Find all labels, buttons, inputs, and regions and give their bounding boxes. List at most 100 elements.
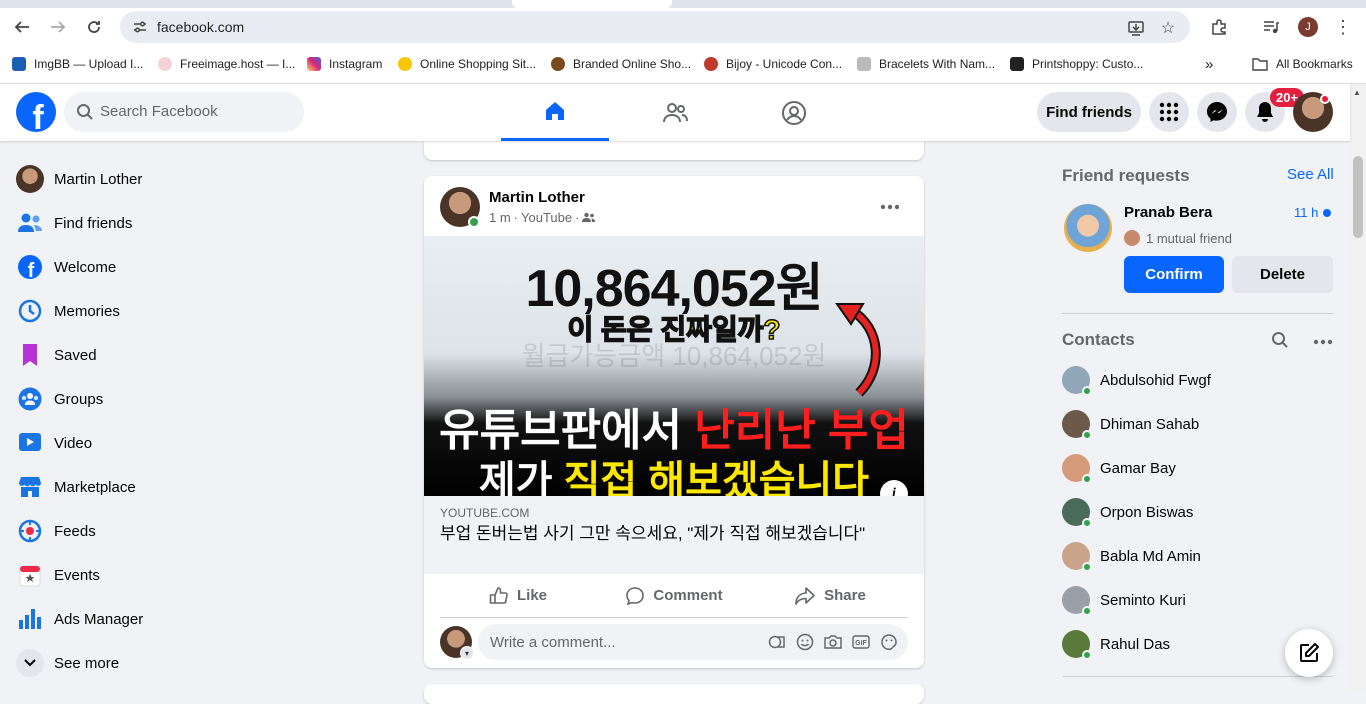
avatar-sticker-icon[interactable] bbox=[768, 633, 786, 651]
delete-button[interactable]: Delete bbox=[1232, 256, 1333, 293]
comment-input[interactable]: Write a comment... GIF bbox=[478, 624, 908, 660]
share-button[interactable]: Share bbox=[752, 574, 908, 617]
search-facebook-input[interactable]: Search Facebook bbox=[64, 92, 304, 132]
sidebar-item-find-friends[interactable]: Find friends bbox=[8, 201, 348, 245]
bookmark-label: Instagram bbox=[329, 57, 383, 71]
media-control-icon[interactable] bbox=[1256, 12, 1286, 42]
friend-request-time: 11 h bbox=[1294, 205, 1319, 220]
install-app-icon[interactable] bbox=[1125, 17, 1147, 39]
sidebar-item-see-more[interactable]: See more bbox=[8, 641, 348, 685]
mutual-friends[interactable]: 1 mutual friend bbox=[1124, 230, 1232, 246]
bookmark-item[interactable]: ImgBB — Upload I... bbox=[12, 55, 143, 73]
bookmark-item[interactable]: Instagram bbox=[307, 55, 382, 73]
sticker-icon[interactable] bbox=[880, 633, 898, 651]
sidebar-item-label: Ads Manager bbox=[54, 610, 144, 628]
like-button[interactable]: Like bbox=[440, 574, 596, 617]
friend-request-avatar[interactable] bbox=[1064, 204, 1112, 252]
contacts-options-icon[interactable] bbox=[1313, 332, 1333, 350]
page-scrollbar[interactable]: ▲ bbox=[1350, 84, 1366, 692]
link-preview[interactable]: YOUTUBE.COM 부업 돈버는법 사기 그만 속으세요, "제가 직접 해… bbox=[424, 496, 924, 574]
bookmark-label: Branded Online Sho... bbox=[573, 57, 692, 71]
sidebar-item-ads-manager[interactable]: Ads Manager bbox=[8, 597, 348, 641]
video-thumbnail[interactable]: 월급가능금액 10,864,052원 10,864,052원 이 돈은 진짜일까… bbox=[424, 236, 924, 496]
sidebar-item-feeds[interactable]: Feeds bbox=[8, 509, 348, 553]
bookmark-item[interactable]: Freeimage.host — I... bbox=[158, 55, 295, 73]
forward-icon[interactable] bbox=[43, 12, 73, 42]
contact-avatar bbox=[1062, 586, 1092, 616]
contacts-search-icon[interactable] bbox=[1271, 331, 1289, 354]
sidebar-item-label: Video bbox=[54, 434, 93, 452]
friends-audience-icon[interactable] bbox=[582, 212, 596, 223]
tab-friends[interactable] bbox=[621, 84, 729, 141]
active-tab[interactable] bbox=[512, 0, 672, 8]
bookmark-label: Printshoppy: Custo... bbox=[1032, 57, 1144, 71]
right-divider bbox=[1062, 676, 1333, 677]
bookmark-item[interactable]: Online Shopping Sit... bbox=[398, 55, 536, 73]
tab-groups[interactable] bbox=[740, 84, 848, 141]
menu-kebab-icon[interactable]: ⋮ bbox=[1328, 12, 1358, 42]
contact-item[interactable]: Orpon Biswas bbox=[1060, 490, 1340, 534]
scrollbar-thumb[interactable] bbox=[1353, 156, 1363, 238]
post-time[interactable]: 1 m bbox=[489, 210, 511, 225]
bookmark-item[interactable]: Printshoppy: Custo... bbox=[1010, 55, 1143, 73]
url-text[interactable]: facebook.com bbox=[157, 19, 244, 35]
thumbnail-headline2-white: 제가 bbox=[478, 459, 564, 496]
messenger-icon bbox=[1207, 102, 1227, 122]
site-settings-icon[interactable] bbox=[132, 19, 148, 35]
grid-menu-icon bbox=[1159, 102, 1179, 122]
browser-profile-avatar[interactable]: J bbox=[1298, 17, 1318, 37]
camera-icon[interactable] bbox=[824, 633, 842, 651]
reload-icon[interactable] bbox=[79, 12, 109, 42]
contact-item[interactable]: Abdulsohid Fwgf bbox=[1060, 358, 1340, 402]
sidebar-item-video[interactable]: Video bbox=[8, 421, 348, 465]
contact-item[interactable]: Seminto Kuri bbox=[1060, 578, 1340, 622]
extensions-icon[interactable] bbox=[1204, 12, 1234, 42]
bookmark-item[interactable]: Branded Online Sho... bbox=[551, 55, 691, 73]
sidebar-item-welcome[interactable]: f Welcome bbox=[8, 245, 348, 289]
new-message-button[interactable] bbox=[1285, 629, 1333, 677]
sidebar-item-profile[interactable]: Martin Lother bbox=[8, 157, 348, 201]
chevron-down-icon[interactable]: ▾ bbox=[460, 646, 474, 660]
contact-avatar bbox=[1062, 498, 1092, 528]
back-icon[interactable] bbox=[7, 12, 37, 42]
scroll-up-arrow-icon[interactable]: ▲ bbox=[1353, 88, 1361, 97]
feeds-icon bbox=[16, 517, 44, 545]
gif-icon[interactable]: GIF bbox=[852, 633, 870, 651]
address-bar[interactable]: facebook.com ☆ bbox=[120, 11, 1190, 43]
bookmark-item[interactable]: Bijoy - Unicode Con... bbox=[704, 55, 842, 73]
contact-item[interactable]: Gamar Bay bbox=[1060, 446, 1340, 490]
sidebar-item-marketplace[interactable]: Marketplace bbox=[8, 465, 348, 509]
sidebar-item-memories[interactable]: Memories bbox=[8, 289, 348, 333]
sidebar-item-saved[interactable]: Saved bbox=[8, 333, 348, 377]
online-status-dot bbox=[1082, 562, 1092, 572]
comment-button[interactable]: Comment bbox=[596, 574, 752, 617]
bookmark-label: Bijoy - Unicode Con... bbox=[726, 57, 843, 71]
star-icon[interactable]: ☆ bbox=[1157, 17, 1179, 39]
post-options-button[interactable] bbox=[874, 191, 906, 223]
contact-name: Babla Md Amin bbox=[1100, 547, 1201, 565]
sidebar-item-events[interactable]: Events bbox=[8, 553, 348, 597]
post-author-name[interactable]: Martin Lother bbox=[489, 189, 585, 206]
contact-item[interactable]: Babla Md Amin bbox=[1060, 534, 1340, 578]
facebook-logo-icon[interactable]: f bbox=[16, 92, 56, 132]
messenger-button[interactable] bbox=[1197, 92, 1237, 132]
all-bookmarks-button[interactable]: All Bookmarks bbox=[1252, 55, 1353, 73]
menu-grid-button[interactable] bbox=[1149, 92, 1189, 132]
feed-post: Martin Lother 1 m · YouTube · 월급가능금액 10,… bbox=[424, 176, 924, 668]
emoji-icon[interactable] bbox=[796, 633, 814, 651]
confirm-button[interactable]: Confirm bbox=[1124, 256, 1224, 293]
bookmarks-overflow-icon[interactable]: » bbox=[1205, 55, 1213, 73]
sidebar-item-groups[interactable]: Groups bbox=[8, 377, 348, 421]
contact-avatar bbox=[1062, 366, 1092, 396]
post-source: YouTube bbox=[521, 210, 573, 225]
friend-request-name[interactable]: Pranab Bera bbox=[1124, 204, 1212, 221]
find-friends-button[interactable]: Find friends bbox=[1037, 92, 1141, 132]
printshoppy-icon bbox=[1010, 57, 1024, 71]
sidebar-item-label: Find friends bbox=[54, 214, 133, 232]
contact-avatar bbox=[1062, 542, 1092, 572]
tab-home[interactable] bbox=[501, 84, 609, 141]
see-all-link[interactable]: See All bbox=[1287, 166, 1334, 183]
bookmark-item[interactable]: Bracelets With Nam... bbox=[857, 55, 995, 73]
contact-item[interactable]: Dhiman Sahab bbox=[1060, 402, 1340, 446]
sidebar-item-label: Marketplace bbox=[54, 478, 136, 496]
